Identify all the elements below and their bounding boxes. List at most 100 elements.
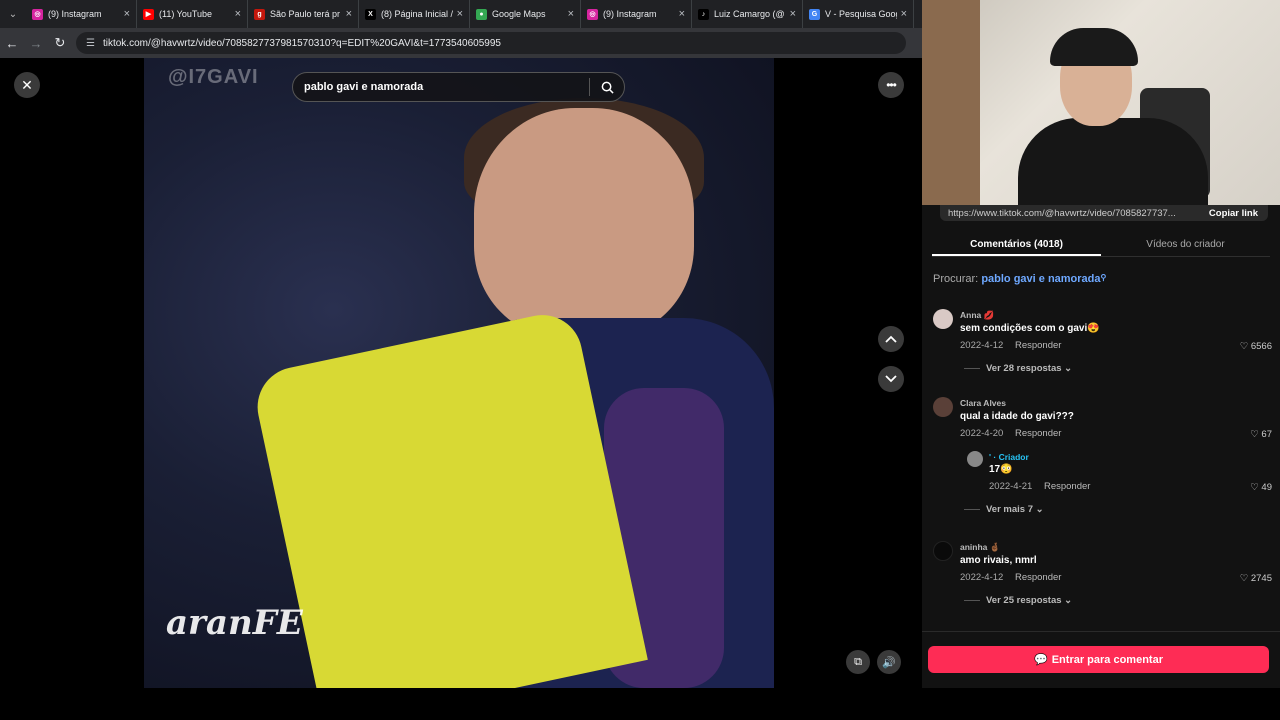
divider-line (964, 508, 980, 510)
browser-tab[interactable]: X (8) Página Inicial / × (359, 0, 470, 28)
view-replies-button[interactable]: Ver 25 respostas ⌄ (964, 595, 1072, 606)
reload-icon[interactable]: ↻ (48, 35, 72, 51)
close-tab-icon[interactable]: × (568, 8, 574, 20)
close-icon: ✕ (21, 76, 33, 93)
tab-title: (11) YouTube (159, 9, 213, 19)
browser-tab[interactable]: ▶ (11) YouTube × (137, 0, 248, 28)
comment-date: 2022-4-21 (989, 481, 1033, 492)
browser-tab[interactable]: G V - Pesquisa Goog × (803, 0, 914, 28)
comment-text: qual a idade do gavi??? (960, 411, 1074, 422)
tab-title: (9) Instagram (48, 9, 102, 19)
close-tab-icon[interactable]: × (346, 8, 352, 20)
like-number: 67 (1261, 429, 1272, 440)
comments-list: Anna 💋 sem condições com o gavi😍 2022-4-… (922, 301, 1280, 631)
tab-search-button[interactable]: ⌄ (0, 0, 26, 28)
video-viewer: @I7GAVI aranFE ✕ pablo gavi e namorada •… (0, 58, 922, 688)
site-info-icon[interactable]: ☰ (86, 38, 95, 49)
tab-creator-videos[interactable]: Vídeos do criador (1101, 233, 1270, 256)
close-tab-icon[interactable]: × (679, 8, 685, 20)
browser-tab[interactable]: ◎ (9) Instagram × (26, 0, 137, 28)
reply-button[interactable]: Responder (1015, 428, 1061, 439)
avatar[interactable] (933, 309, 953, 329)
search-icon[interactable] (590, 81, 624, 94)
mini-player-icon: ⧉ (854, 655, 862, 668)
search-suggestion: Procurar: pablo gavi e namorada⚲ (933, 273, 1106, 285)
comment-meta: 2022-4-21 Responder (989, 481, 1090, 492)
tab-title: (9) Instagram (603, 9, 657, 19)
avatar[interactable] (967, 451, 983, 467)
avatar[interactable] (933, 541, 953, 561)
comment-username[interactable]: ' · Criador (989, 452, 1029, 462)
instagram-icon: ◎ (32, 8, 43, 20)
like-number: 6566 (1250, 341, 1272, 352)
tab-title: Luiz Camargo (@ (714, 9, 785, 19)
login-to-comment-button[interactable]: 💬 Entrar para comentar (928, 646, 1269, 673)
video-player[interactable]: @I7GAVI aranFE (144, 58, 774, 688)
mini-player-button[interactable]: ⧉ (846, 650, 870, 674)
tab-comments[interactable]: Comentários (4018) (932, 233, 1101, 256)
heart-icon: ♡ (1239, 341, 1249, 352)
tab-title: Google Maps (492, 9, 546, 19)
url-text: tiktok.com/@havwrtz/video/70858277379815… (102, 37, 501, 49)
comment-username[interactable]: aninha 🤞🏾 (960, 542, 1000, 553)
address-bar[interactable]: ☰ tiktok.com/@havwrtz/video/708582773798… (76, 32, 906, 54)
like-count[interactable]: ♡ 49 (1250, 482, 1272, 493)
next-video-button[interactable] (878, 366, 904, 392)
webcam-background-door (922, 0, 980, 205)
volume-button[interactable]: 🔊 (877, 650, 901, 674)
like-number: 49 (1261, 482, 1272, 493)
instagram-icon: ◎ (587, 8, 598, 20)
close-video-button[interactable]: ✕ (14, 72, 40, 98)
previous-video-button[interactable] (878, 326, 904, 352)
back-arrow-icon[interactable]: ← (0, 36, 24, 51)
more-options-button[interactable]: ••• (878, 72, 904, 98)
comment-text: 17😳 (989, 464, 1013, 475)
browser-tab[interactable]: g São Paulo terá pr × (248, 0, 359, 28)
avatar[interactable] (933, 397, 953, 417)
close-tab-icon[interactable]: × (901, 8, 907, 20)
search-suggestion-link[interactable]: pablo gavi e namorada (981, 273, 1100, 285)
browser-tab[interactable]: ♪ Luiz Camargo (@ × (692, 0, 803, 28)
view-more-replies-button[interactable]: Ver mais 7 ⌄ (964, 504, 1044, 515)
tiktok-icon: ♪ (698, 8, 709, 20)
video-search-bar[interactable]: pablo gavi e namorada (292, 72, 625, 102)
view-replies-button[interactable]: Ver 28 respostas ⌄ (964, 363, 1072, 374)
chevron-down-icon (885, 375, 897, 383)
comment-username[interactable]: Anna 💋 (960, 310, 994, 321)
browser-tab[interactable]: ● Google Maps × (470, 0, 581, 28)
forward-arrow-icon[interactable]: → (24, 36, 48, 51)
google-icon: G (809, 8, 820, 20)
comment-username[interactable]: Clara Alves (960, 398, 1006, 408)
share-url[interactable]: https://www.tiktok.com/@havwrtz/video/70… (948, 208, 1199, 219)
heart-icon: ♡ (1239, 573, 1249, 584)
video-watermark-top: @I7GAVI (168, 66, 259, 88)
close-tab-icon[interactable]: × (235, 8, 241, 20)
chevron-down-icon: ⌄ (1064, 363, 1073, 374)
comment-footer: 💬 Entrar para comentar (922, 631, 1280, 688)
comment-text: sem condições com o gavi😍 (960, 323, 1100, 334)
webcam-overlay (922, 0, 1280, 205)
close-tab-icon[interactable]: × (790, 8, 796, 20)
login-to-comment-label: Entrar para comentar (1051, 653, 1163, 666)
heart-icon: ♡ (1250, 482, 1259, 493)
tab-title: V - Pesquisa Goog (825, 9, 897, 19)
comments-panel: https://www.tiktok.com/@havwrtz/video/70… (922, 205, 1280, 688)
comment-meta: 2022-4-12 Responder (960, 340, 1061, 351)
search-input[interactable]: pablo gavi e namorada (304, 81, 589, 93)
reply-button[interactable]: Responder (1015, 340, 1061, 351)
reply-button[interactable]: Responder (1015, 572, 1061, 583)
reply-button[interactable]: Responder (1044, 481, 1090, 492)
like-number: 2745 (1250, 573, 1272, 584)
copy-link-button[interactable]: Copiar link (1199, 208, 1268, 219)
browser-tab[interactable]: ◎ (9) Instagram × (581, 0, 692, 28)
webcam-person-body (1018, 118, 1208, 205)
screen-bottom-bar (0, 688, 1280, 720)
close-tab-icon[interactable]: × (457, 8, 463, 20)
divider-line (964, 367, 980, 369)
like-count[interactable]: ♡ 2745 (1240, 573, 1272, 584)
like-count[interactable]: ♡ 67 (1250, 429, 1272, 440)
x-icon: X (365, 8, 376, 20)
news-icon: g (254, 8, 265, 20)
like-count[interactable]: ♡ 6566 (1240, 341, 1272, 352)
close-tab-icon[interactable]: × (124, 8, 130, 20)
